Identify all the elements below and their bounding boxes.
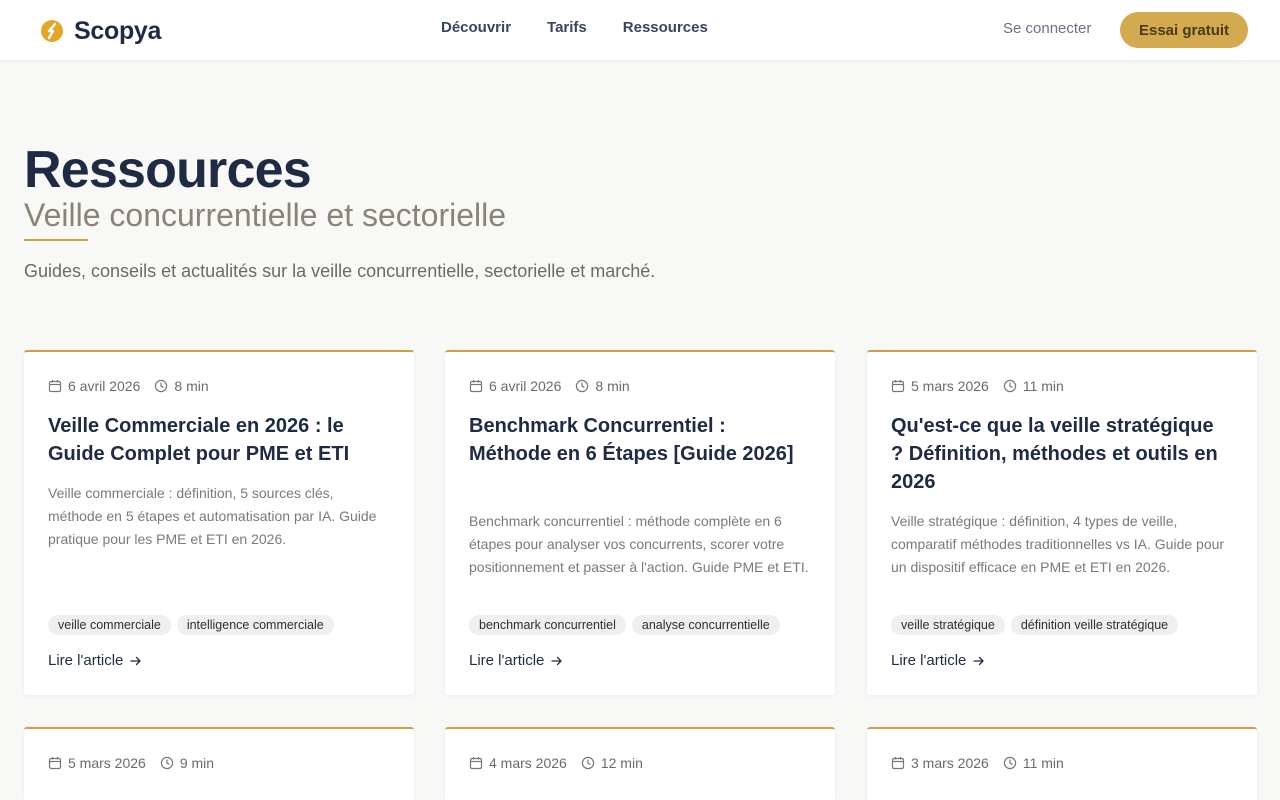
arrow-right-icon <box>551 656 563 665</box>
brand-logo[interactable]: Scopya <box>40 14 161 48</box>
article-meta: 5 mars 2026 11 min <box>891 378 1064 394</box>
article-meta: 3 mars 2026 11 min <box>891 755 1064 771</box>
tag[interactable]: analyse concurrentielle <box>631 615 780 635</box>
article-tags: benchmark concurrentiel analyse concurre… <box>469 615 780 635</box>
scopya-logo-icon <box>41 20 63 42</box>
clock-icon <box>155 379 168 393</box>
article-card[interactable]: 6 avril 2026 8 min Benchmark Concurrenti… <box>445 350 835 695</box>
site-header: Scopya Découvrir Tarifs Ressources Se co… <box>0 0 1280 61</box>
nav-item-ressources[interactable]: Ressources <box>623 19 708 36</box>
page-title: Ressources <box>24 141 312 199</box>
clock-icon <box>1003 379 1017 393</box>
tag[interactable]: benchmark concurrentiel <box>469 615 626 635</box>
article-date: 3 mars 2026 <box>911 755 989 771</box>
calendar-icon <box>469 380 483 393</box>
calendar-icon <box>48 380 62 393</box>
clock-icon <box>581 756 595 770</box>
page-description: Guides, conseils et actualités sur la ve… <box>24 261 656 281</box>
free-trial-button[interactable]: Essai gratuit <box>1120 12 1248 48</box>
article-duration: 8 min <box>595 378 630 394</box>
article-duration: 9 min <box>179 755 215 771</box>
tag[interactable]: veille stratégique <box>891 615 1005 635</box>
article-excerpt: Veille commerciale : définition, 5 sourc… <box>48 485 377 547</box>
calendar-icon <box>48 757 62 770</box>
read-article-link[interactable]: Lire l'article <box>48 652 143 669</box>
arrow-right-icon <box>973 656 985 665</box>
brand-name: Scopya <box>74 16 162 45</box>
signin-link[interactable]: Se connecter <box>1003 20 1091 37</box>
tag[interactable]: définition veille stratégique <box>1010 615 1179 635</box>
read-article-link[interactable]: Lire l'article <box>891 652 986 669</box>
read-article-label: Lire l'article <box>891 652 967 669</box>
article-date: 6 avril 2026 <box>68 378 141 394</box>
article-duration: 8 min <box>174 378 209 394</box>
article-duration: 11 min <box>1022 378 1064 394</box>
article-title[interactable]: Veille Commerciale en 2026 : le Guide Co… <box>48 412 378 468</box>
article-meta: 4 mars 2026 12 min <box>469 755 643 771</box>
article-excerpt: Veille stratégique : définition, 4 types… <box>891 513 1225 575</box>
title-underline <box>24 239 88 241</box>
article-meta: 5 mars 2026 9 min <box>48 755 214 771</box>
clock-icon <box>160 756 174 770</box>
article-tags: veille commerciale intelligence commerci… <box>48 615 334 635</box>
page-subtitle: Veille concurrentielle et sectorielle <box>24 197 507 233</box>
article-card[interactable]: 6 avril 2026 8 min Veille Commerciale en… <box>24 350 414 695</box>
article-duration: 12 min <box>600 755 643 771</box>
clock-icon <box>576 379 589 393</box>
article-card[interactable]: 4 mars 2026 12 min <box>445 727 835 800</box>
tag[interactable]: intelligence commerciale <box>176 615 334 635</box>
nav-item-tarifs[interactable]: Tarifs <box>547 19 587 36</box>
article-card[interactable]: 3 mars 2026 11 min <box>867 727 1257 800</box>
tag[interactable]: veille commerciale <box>48 615 171 635</box>
arrow-right-icon <box>130 656 142 665</box>
article-date: 6 avril 2026 <box>489 378 562 394</box>
article-date: 5 mars 2026 <box>911 378 989 394</box>
main-nav: Découvrir Tarifs Ressources <box>441 19 708 36</box>
article-card[interactable]: 5 mars 2026 9 min <box>24 727 414 800</box>
nav-item-decouvrir[interactable]: Découvrir <box>441 19 511 36</box>
article-excerpt: Benchmark concurrentiel : méthode complè… <box>469 513 809 575</box>
article-title[interactable]: Benchmark Concurrentiel : Méthode en 6 É… <box>469 412 799 468</box>
article-title[interactable]: Qu'est-ce que la veille stratégique ? Dé… <box>891 412 1221 496</box>
read-article-label: Lire l'article <box>48 652 124 669</box>
calendar-icon <box>469 757 483 770</box>
article-date: 5 mars 2026 <box>68 755 146 771</box>
calendar-icon <box>891 757 905 770</box>
calendar-icon <box>891 380 905 393</box>
article-duration: 11 min <box>1022 755 1064 771</box>
article-meta: 6 avril 2026 8 min <box>469 378 630 394</box>
article-card[interactable]: 5 mars 2026 11 min Qu'est-ce que la veil… <box>867 350 1257 695</box>
read-article-label: Lire l'article <box>469 652 545 669</box>
article-date: 4 mars 2026 <box>489 755 567 771</box>
clock-icon <box>1003 756 1017 770</box>
article-tags: veille stratégique définition veille str… <box>891 615 1179 635</box>
read-article-link[interactable]: Lire l'article <box>469 652 564 669</box>
article-meta: 6 avril 2026 8 min <box>48 378 209 394</box>
